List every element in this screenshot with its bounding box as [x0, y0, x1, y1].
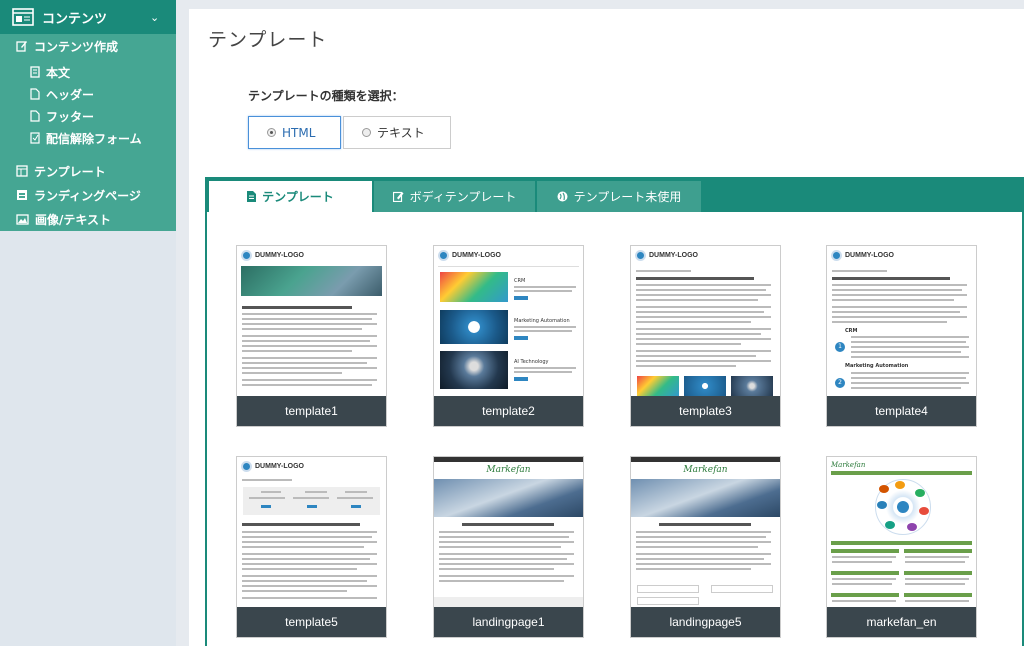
sidebar-item-label: 配信解除フォーム — [46, 131, 142, 146]
tab-body-template[interactable]: ボディテンプレート — [374, 181, 535, 212]
tab-template[interactable]: テンプレート — [209, 181, 372, 212]
globe-icon — [557, 191, 568, 202]
chevron-down-icon[interactable]: ⌄ — [150, 11, 164, 24]
template-card[interactable]: Markefan markefan_en — [826, 456, 977, 638]
template-card-name: template3 — [631, 396, 780, 426]
sidebar-item-label: テンプレート — [34, 164, 106, 179]
image-icon — [16, 213, 29, 225]
sidebar-item-label: 画像/テキスト — [35, 212, 112, 227]
sidebar-item-label: ランディングページ — [34, 188, 141, 203]
sidebar-item-body[interactable]: 本文 — [0, 61, 176, 83]
logo: DUMMY-LOGO — [438, 250, 501, 261]
edit-icon — [16, 41, 27, 52]
document-icon — [30, 66, 40, 78]
sidebar-menu: コンテンツ作成 本文 ヘッダー フッター 配信解除フォーム テンプレート ランデ… — [0, 34, 176, 231]
sidebar-item-label: コンテンツ作成 — [34, 39, 119, 54]
template-card-name: template1 — [237, 396, 386, 426]
template-tab-panel: テンプレート ボディテンプレート テンプレート未使用 DUMMY-LOGO te… — [205, 177, 1024, 646]
template-card-name: landingpage1 — [434, 607, 583, 637]
logo: DUMMY-LOGO — [831, 250, 894, 261]
template-thumbnail: DUMMY-LOGO CRM Marketing Automation AI T… — [434, 246, 583, 396]
template-card-name: landingpage5 — [631, 607, 780, 637]
logo: DUMMY-LOGO — [635, 250, 698, 261]
template-thumbnail: Markefan — [631, 457, 780, 607]
markefan-logo: Markefan — [486, 465, 531, 475]
sidebar-item-header[interactable]: ヘッダー — [0, 83, 176, 105]
sidebar-header-contents[interactable]: コンテンツ ⌄ — [0, 0, 176, 34]
sidebar-header-label: コンテンツ — [42, 11, 108, 27]
main-content: テンプレート テンプレートの種類を選択： HTML テキスト テンプレート ボデ… — [189, 9, 1024, 646]
sidebar-item-label: フッター — [46, 109, 95, 124]
markefan-logo: Markefan — [683, 465, 728, 475]
landing-page-icon — [17, 190, 27, 200]
tab-bar: テンプレート ボディテンプレート テンプレート未使用 — [207, 179, 1022, 212]
template-thumbnail: DUMMY-LOGO — [237, 457, 386, 607]
sidebar-item-template[interactable]: テンプレート — [0, 160, 176, 182]
tab-template-label: テンプレート — [262, 190, 334, 204]
template-card[interactable]: DUMMY-LOGO template5 — [236, 456, 387, 638]
template-card-name: markefan_en — [827, 607, 976, 637]
template-icon — [16, 165, 28, 177]
sidebar-item-landing-page[interactable]: ランディングページ — [0, 184, 176, 206]
template-card[interactable]: Markefan landingpage1 — [433, 456, 584, 638]
template-thumbnail: Markefan — [827, 457, 976, 607]
layout-icon — [12, 8, 34, 26]
template-card-name: template4 — [827, 396, 976, 426]
template-thumbnail: DUMMY-LOGO CRM 1 Marketing Automation 2 — [827, 246, 976, 396]
sidebar-item-footer[interactable]: フッター — [0, 105, 176, 127]
radio-html-label: HTML — [282, 125, 316, 140]
sidebar-item-label: ヘッダー — [46, 87, 95, 102]
radio-text-label: テキスト — [377, 126, 425, 140]
edit-icon — [392, 191, 404, 202]
template-thumbnail: DUMMY-LOGO — [237, 246, 386, 396]
template-card-name: template5 — [237, 607, 386, 637]
template-card-name: template2 — [434, 396, 583, 426]
sidebar-item-content-create[interactable]: コンテンツ作成 — [0, 35, 176, 57]
file-icon — [30, 88, 40, 100]
tab-unused-template[interactable]: テンプレート未使用 — [537, 181, 701, 212]
radio-dot-icon — [267, 128, 276, 137]
template-card[interactable]: DUMMY-LOGO template1 — [236, 245, 387, 427]
sidebar-item-image-text[interactable]: 画像/テキスト — [0, 208, 176, 230]
template-card[interactable]: Markefan landingpage5 — [630, 456, 781, 638]
logo: DUMMY-LOGO — [241, 461, 304, 472]
template-thumbnail: DUMMY-LOGO — [631, 246, 780, 396]
form-icon — [30, 132, 40, 144]
sidebar: コンテンツ ⌄ コンテンツ作成 本文 ヘッダー フッター 配信解除フォーム テン… — [0, 0, 176, 646]
sidebar-item-label: 本文 — [46, 65, 71, 80]
page-title: テンプレート — [208, 29, 328, 51]
tab-body-template-label: ボディテンプレート — [409, 190, 517, 204]
file-icon — [247, 191, 257, 202]
template-thumbnail: Markefan — [434, 457, 583, 607]
sidebar-item-unsubscribe-form[interactable]: 配信解除フォーム — [0, 127, 176, 149]
radio-text[interactable]: テキスト — [343, 116, 451, 149]
logo: DUMMY-LOGO — [241, 250, 304, 261]
file-icon — [30, 110, 40, 122]
tab-unused-template-label: テンプレート未使用 — [573, 190, 682, 204]
template-card[interactable]: DUMMY-LOGO CRM 1 Marketing Automation 2 … — [826, 245, 977, 427]
markefan-logo: Markefan — [831, 461, 866, 469]
template-card[interactable]: DUMMY-LOGO template3 — [630, 245, 781, 427]
template-type-label: テンプレートの種類を選択： — [248, 89, 404, 103]
radio-html[interactable]: HTML — [248, 116, 341, 149]
radio-dot-icon — [362, 128, 371, 137]
template-card[interactable]: DUMMY-LOGO CRM Marketing Automation AI T… — [433, 245, 584, 427]
